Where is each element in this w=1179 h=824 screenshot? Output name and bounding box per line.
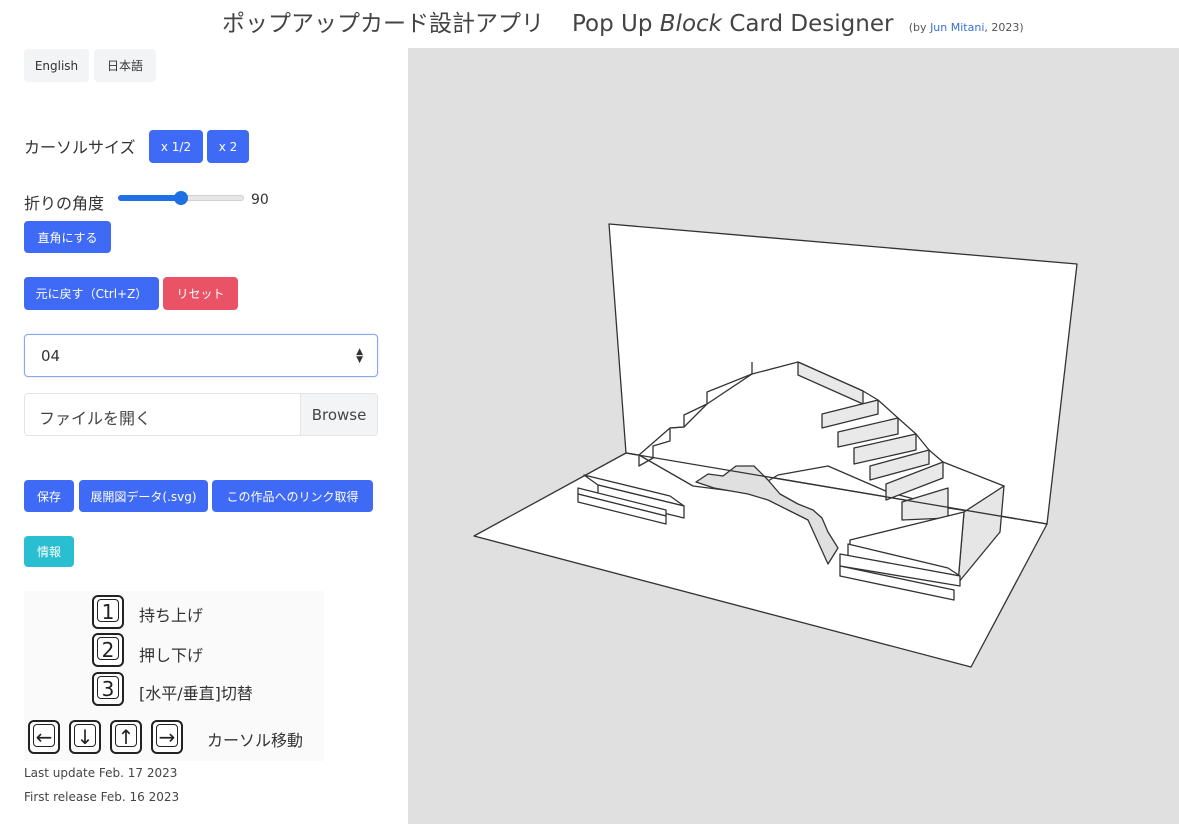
undo-button[interactable]: 元に戻す（Ctrl+Z） — [24, 277, 159, 310]
title-japanese: ポップアップカード設計アプリ — [222, 11, 544, 37]
save-button[interactable]: 保存 — [24, 480, 74, 512]
browse-button[interactable]: Browse — [300, 394, 377, 435]
key-3: 3 — [92, 672, 124, 706]
slider-fill — [118, 195, 181, 201]
key-2: 2 — [92, 633, 124, 667]
last-update: Last update Feb. 17 2023 — [24, 766, 178, 780]
reset-button[interactable]: リセット — [163, 277, 238, 310]
fold-angle-slider[interactable] — [118, 191, 244, 205]
key-1-label: 持ち上げ — [139, 606, 204, 625]
title-post: Card Designer — [729, 11, 894, 37]
fold-angle-value: 90 — [251, 192, 269, 208]
author-link[interactable]: Jun Mitani — [930, 21, 984, 34]
byline: (by Jun Mitani, 2023) — [908, 21, 1024, 34]
arrow-right-key: → — [151, 720, 183, 754]
right-angle-button[interactable]: 直角にする — [24, 221, 111, 253]
title-italic: Block — [659, 11, 722, 37]
model-select[interactable]: 04 ▲ ▼ — [24, 334, 378, 377]
info-button[interactable]: 情報 — [24, 536, 74, 567]
arrow-left-key: ← — [28, 720, 60, 754]
first-release: First release Feb. 16 2023 — [24, 790, 180, 804]
arrow-up-key: ↑ — [110, 720, 142, 754]
model-select-value: 04 — [41, 347, 61, 365]
arrows-label: カーソル移動 — [207, 731, 304, 750]
select-arrows-icon: ▲ ▼ — [356, 347, 363, 365]
key-guide: 1 持ち上げ 2 押し下げ 3 [水平/垂直]切替 ← ↓ ↑ → カーソル移動 — [24, 591, 324, 761]
english-button[interactable]: English — [24, 49, 89, 82]
arrow-down-key: ↓ — [69, 720, 101, 754]
popup-card-render — [473, 223, 1078, 668]
get-link-button[interactable]: この作品へのリンク取得 — [212, 480, 373, 512]
file-open-placeholder: ファイルを開く — [39, 409, 152, 428]
key-1: 1 — [92, 595, 124, 629]
cursor-size-label: カーソルサイズ — [24, 138, 136, 157]
cursor-double-button[interactable]: x 2 — [207, 130, 249, 163]
page-title: ポップアップカード設計アプリ Pop Up Block Card Designer… — [222, 4, 1024, 38]
japanese-button[interactable]: 日本語 — [94, 49, 156, 82]
export-svg-button[interactable]: 展開図データ(.svg) — [79, 480, 208, 512]
popup-3d-canvas[interactable] — [408, 48, 1179, 824]
fold-angle-label: 折りの角度 — [24, 194, 105, 213]
file-open-input[interactable]: ファイルを開く Browse — [24, 393, 378, 436]
slider-thumb[interactable] — [174, 191, 188, 205]
title-pre: Pop Up — [572, 11, 653, 37]
cursor-half-button[interactable]: x 1/2 — [149, 130, 203, 163]
key-3-label: [水平/垂直]切替 — [139, 684, 253, 703]
page-header: ポップアップカード設計アプリ Pop Up Block Card Designer… — [0, 0, 1179, 48]
key-2-label: 押し下げ — [139, 646, 204, 665]
